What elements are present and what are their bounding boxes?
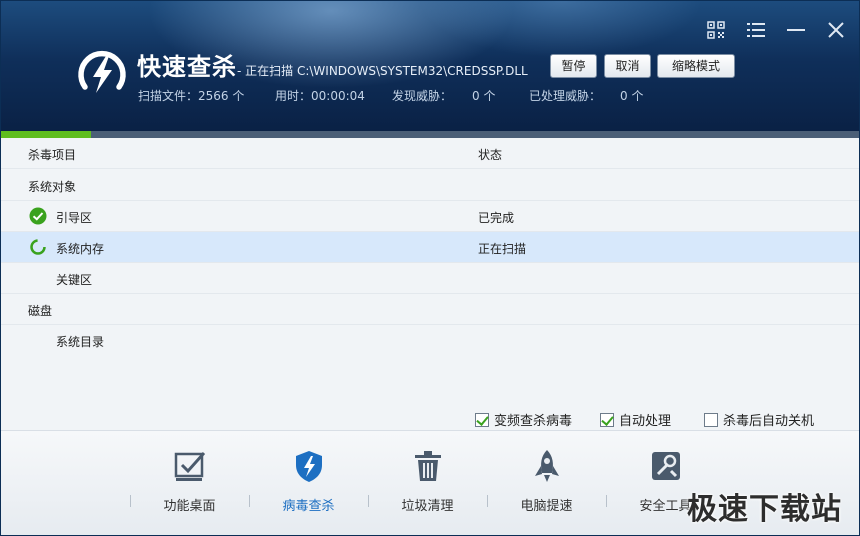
check-icon [29,207,47,225]
row-label: 关键区 [56,273,93,287]
nav-label: 电脑提速 [520,499,573,514]
scan-progress-fill [1,131,92,138]
files-scanned: 扫描文件：2566 个 [138,89,245,103]
checkbox[interactable] [600,412,614,427]
desktop-check-icon [130,449,249,483]
close-icon[interactable] [821,15,851,45]
option-label: 变频查杀病毒 [494,414,573,429]
rocket-icon [487,449,606,483]
table-row: 系统对象 [1,170,859,201]
nav-label: 病毒查杀 [282,499,335,514]
lightning-logo-icon [75,47,129,101]
threats-label: 发现威胁： [392,89,453,103]
cancel-button[interactable]: 取消 [604,54,651,78]
watermark: 极速下载站 [687,492,842,527]
nav-junk-cleanup[interactable]: 垃圾清理 [368,449,487,534]
threats-value: 0 个 [472,89,496,103]
row-status: 已完成 [478,211,515,225]
row-label: 系统目录 [56,335,105,349]
table-header: 杀毒项目 状态 [1,138,859,169]
handled-value: 0 个 [620,89,644,103]
nav-label: 垃圾清理 [401,499,454,514]
row-status: 正在扫描 [478,242,527,256]
scan-items-table: 杀毒项目 状态 系统对象 引导区 已完成 系统内存 正在扫描 关键区 磁盘 系统… [1,138,859,430]
header-status: 状态 [478,148,503,162]
table-row: 磁盘 [1,294,859,325]
option-auto-handle[interactable]: 自动处理 [600,410,671,429]
pause-button[interactable]: 暂停 [550,54,597,78]
option-auto-shutdown[interactable]: 杀毒后自动关机 [704,410,814,429]
handled-label: 已处理威胁： [529,89,602,103]
window-controls [691,15,859,45]
minimize-icon[interactable] [781,15,811,45]
scan-progress-bar [1,131,859,138]
checkbox[interactable] [704,412,718,427]
scan-path-text: - 正在扫描 C:\WINDOWS\SYSTEM32\CREDSSP.DLL [237,64,528,78]
page-title: 快速查杀 [137,53,237,81]
option-label: 自动处理 [619,414,672,429]
checkbox[interactable] [475,412,489,427]
row-label: 系统对象 [28,180,77,194]
antivirus-window: 快速查杀 - 正在扫描 C:\WINDOWS\SYSTEM32\CREDSSP.… [0,0,860,536]
elapsed-time: 用时：00:00:04 [275,89,365,103]
row-label: 系统内存 [56,242,105,256]
header-item: 杀毒项目 [28,148,77,162]
mini-mode-button[interactable]: 缩略模式 [657,54,735,78]
table-row: 引导区 已完成 [1,201,859,232]
qr-code-icon[interactable] [701,15,731,45]
shield-icon [249,449,368,483]
row-label: 引导区 [56,211,93,225]
trash-icon [368,449,487,483]
spinner-icon [29,238,47,256]
option-frequency-scan[interactable]: 变频查杀病毒 [475,410,572,429]
table-row: 系统内存 正在扫描 [1,232,859,263]
tools-icon [606,449,725,483]
table-row: 关键区 [1,263,859,294]
menu-icon[interactable] [741,15,771,45]
option-label: 杀毒后自动关机 [723,414,815,429]
table-row: 系统目录 [1,325,859,356]
nav-virus-scan[interactable]: 病毒查杀 [249,449,368,534]
nav-label: 功能桌面 [163,499,216,514]
header: 快速查杀 - 正在扫描 C:\WINDOWS\SYSTEM32\CREDSSP.… [1,1,859,131]
row-label: 磁盘 [28,304,53,318]
nav-speedup[interactable]: 电脑提速 [487,449,606,534]
nav-function-desktop[interactable]: 功能桌面 [130,449,249,534]
